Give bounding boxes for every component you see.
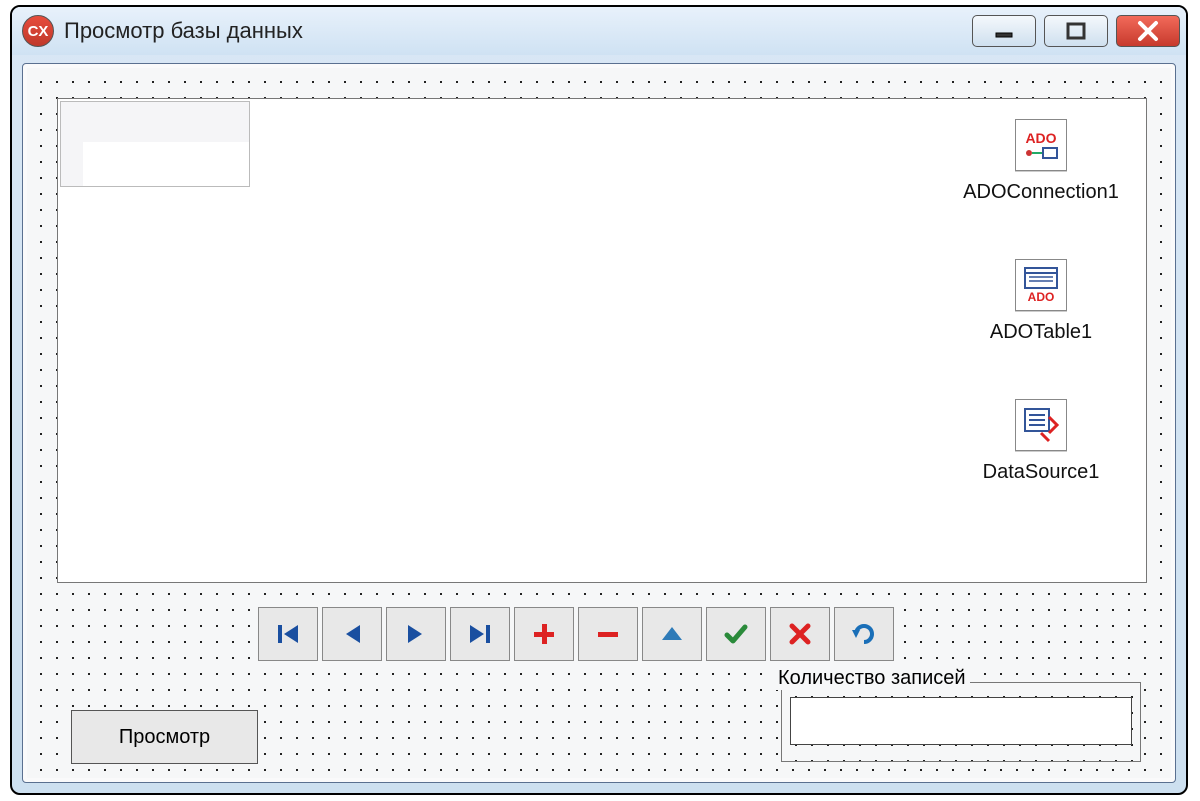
dbgrid-row-indicator (61, 142, 84, 186)
dbgrid-panel[interactable]: ADO ADOConnection1 ADO ADOTable1 (57, 98, 1147, 583)
ado-connection-component[interactable]: ADO ADOConnection1 (946, 119, 1136, 204)
dbgrid-cell[interactable] (83, 142, 249, 186)
nav-edit-button[interactable] (642, 607, 702, 661)
record-count-edit[interactable] (790, 697, 1132, 745)
maximize-icon (1064, 19, 1088, 43)
form-client-area: ADO ADOConnection1 ADO ADOTable1 (22, 63, 1176, 783)
dbgrid-indicator-header (61, 102, 84, 143)
datasource-component[interactable]: DataSource1 (961, 399, 1121, 484)
edit-triangle-icon (658, 620, 686, 648)
window-title: Просмотр базы данных (64, 18, 972, 44)
nav-next-button[interactable] (386, 607, 446, 661)
ado-table-icon: ADO (1015, 259, 1067, 311)
nav-last-button[interactable] (450, 607, 510, 661)
nav-prior-icon (338, 620, 366, 648)
nav-prior-button[interactable] (322, 607, 382, 661)
ado-connection-icon: ADO (1015, 119, 1067, 171)
maximize-button[interactable] (1044, 15, 1108, 47)
view-button[interactable]: Просмотр (71, 710, 258, 764)
titlebar[interactable]: CX Просмотр базы данных (12, 7, 1186, 55)
refresh-icon (850, 620, 878, 648)
main-window: CX Просмотр базы данных (10, 5, 1188, 795)
dbgrid-column-header[interactable] (83, 102, 249, 143)
nav-next-icon (402, 620, 430, 648)
close-button[interactable] (1116, 15, 1180, 47)
form-design-surface[interactable]: ADO ADOConnection1 ADO ADOTable1 (27, 68, 1171, 778)
datasource-label: DataSource1 (961, 461, 1121, 484)
db-navigator[interactable] (257, 606, 899, 662)
nav-last-icon (466, 620, 494, 648)
datasource-icon (1015, 399, 1067, 451)
nav-refresh-button[interactable] (834, 607, 894, 661)
nav-cancel-button[interactable] (770, 607, 830, 661)
window-controls (972, 15, 1180, 47)
nav-insert-button[interactable] (514, 607, 574, 661)
nav-first-icon (274, 620, 302, 648)
nav-first-button[interactable] (258, 607, 318, 661)
dbgrid[interactable] (60, 101, 250, 187)
ado-table-label: ADOTable1 (971, 321, 1111, 344)
ado-connection-label: ADOConnection1 (946, 181, 1136, 204)
minimize-button[interactable] (972, 15, 1036, 47)
cancel-icon (786, 620, 814, 648)
minus-icon (594, 620, 622, 648)
app-icon: CX (22, 15, 54, 47)
nav-post-button[interactable] (706, 607, 766, 661)
ado-table-component[interactable]: ADO ADOTable1 (971, 259, 1111, 344)
record-count-caption: Количество записей (774, 667, 970, 690)
nav-delete-button[interactable] (578, 607, 638, 661)
record-count-groupbox[interactable]: Количество записей (781, 682, 1141, 762)
close-icon (1135, 18, 1161, 44)
check-icon (722, 620, 750, 648)
minimize-icon (992, 19, 1016, 43)
plus-icon (530, 620, 558, 648)
